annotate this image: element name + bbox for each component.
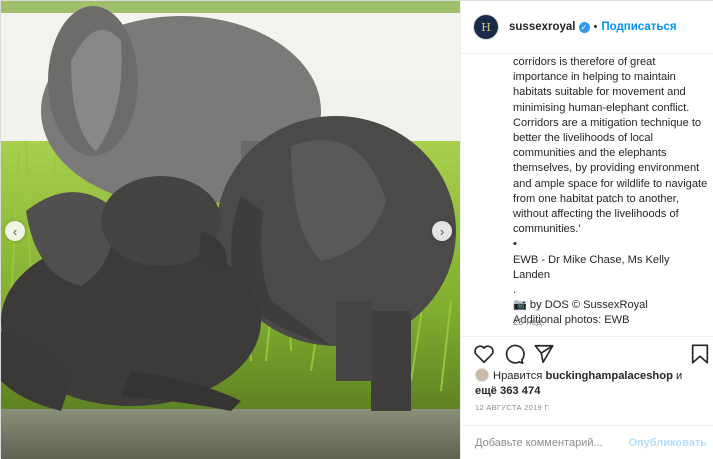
- likes-prefix: Нравится: [493, 370, 543, 382]
- elephants-photo: [1, 1, 460, 459]
- liker-avatar[interactable]: [475, 368, 489, 382]
- bookmark-icon[interactable]: [689, 343, 711, 365]
- post-caption: corridors is therefore of great importan…: [513, 55, 709, 329]
- prev-photo-button[interactable]: ‹: [5, 221, 25, 241]
- post-date[interactable]: 12 АВГУСТА 2019 Г.: [475, 403, 550, 412]
- next-photo-button[interactable]: ›: [432, 221, 452, 241]
- comment-input[interactable]: [475, 436, 629, 449]
- caption-text: corridors is therefore of great importan…: [513, 56, 708, 236]
- username-link[interactable]: sussexroyal: [509, 21, 576, 33]
- follow-button[interactable]: Подписаться: [601, 21, 676, 33]
- heart-icon[interactable]: [473, 343, 495, 365]
- header-separator: •: [593, 21, 598, 33]
- publish-button[interactable]: Опубликовать: [628, 437, 707, 449]
- comment-time-ago[interactable]: 25 нед.: [513, 317, 545, 328]
- likes-summary: Нравится buckinghampalaceshop и ещё 363 …: [475, 368, 705, 399]
- avatar-monogram: H: [481, 20, 491, 34]
- post-sidebar: H sussexroyal ✓ • Подписаться corridors …: [460, 1, 713, 459]
- chevron-right-icon: ›: [439, 223, 445, 239]
- comment-bar: Опубликовать: [461, 425, 713, 459]
- caption-credit-photo: 📷 by DOS © SussexRoyal: [513, 299, 648, 312]
- liker-username[interactable]: buckinghampalaceshop: [545, 370, 672, 382]
- avatar[interactable]: H: [473, 14, 499, 40]
- post-header: H sussexroyal ✓ • Подписаться: [461, 1, 713, 54]
- comment-icon[interactable]: [503, 343, 525, 365]
- chevron-left-icon: ‹: [12, 223, 18, 239]
- instagram-post: ‹ › H sussexroyal ✓ • Подписаться corrid…: [0, 0, 713, 459]
- caption-dot: .: [513, 284, 517, 297]
- verified-badge-icon: ✓: [578, 21, 590, 33]
- likes-conjunction: и: [676, 370, 683, 382]
- share-icon[interactable]: [533, 343, 555, 365]
- caption-credit-authors: EWB - Dr Mike Chase, Ms Kelly Landen: [513, 253, 670, 281]
- likes-count[interactable]: ещё 363 474: [475, 385, 540, 397]
- caption-bullet: •: [513, 238, 517, 251]
- action-bar: [461, 336, 713, 370]
- post-photo[interactable]: ‹ ›: [1, 1, 460, 459]
